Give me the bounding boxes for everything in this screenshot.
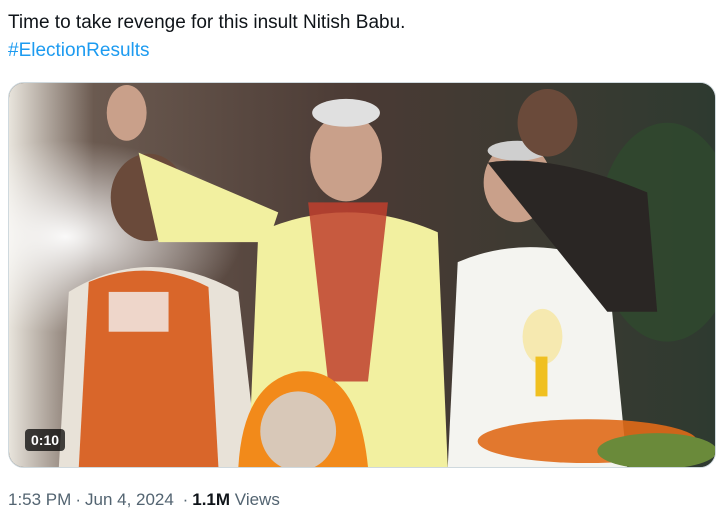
video-frame (9, 83, 715, 467)
tweet-timestamp-link[interactable]: 1:53 PM · Jun 4, 2024 (8, 490, 179, 509)
views-label: Views (234, 490, 280, 509)
tweet-text-line: Time to take revenge for this insult Nit… (8, 12, 406, 33)
tweet: Time to take revenge for this insult Nit… (0, 0, 725, 522)
tweet-time: 1:53 PM (8, 490, 72, 509)
separator: · (75, 490, 81, 509)
tweet-date: Jun 4, 2024 (84, 490, 174, 509)
video-duration-badge: 0:10 (25, 429, 66, 451)
video-player[interactable]: 0:10 (8, 82, 716, 468)
views-count: 1.1M (192, 490, 231, 509)
tweet-text: Time to take revenge for this insult Nit… (8, 9, 405, 65)
separator: · (182, 490, 189, 509)
tweet-meta: 1:53 PM · Jun 4, 2024 · 1.1M Views (8, 488, 280, 512)
hashtag-link[interactable]: #ElectionResults (8, 37, 405, 65)
